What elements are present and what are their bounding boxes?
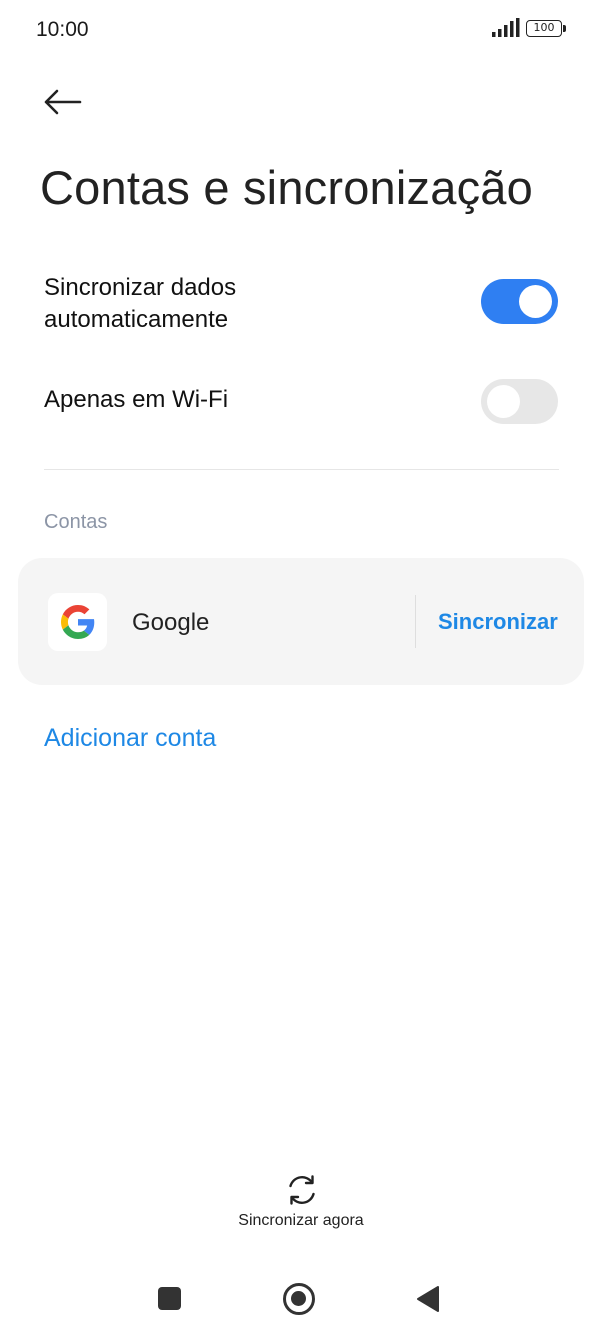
wifi-only-toggle[interactable] (481, 379, 558, 424)
battery-tip (563, 25, 566, 32)
card-separator (415, 595, 416, 648)
status-bar: 10:00 100 (0, 0, 602, 60)
add-account-button[interactable]: Adicionar conta (44, 724, 216, 753)
page-title: Contas e sincronização (40, 161, 533, 214)
auto-sync-toggle[interactable] (481, 279, 558, 324)
signal-icon (492, 18, 520, 37)
account-item-google[interactable]: Google Sincronizar (18, 558, 584, 685)
battery-level: 100 (526, 20, 562, 37)
sync-now-label: Sincronizar agora (238, 1212, 364, 1229)
square-icon[interactable] (158, 1287, 181, 1310)
accounts-section-label: Contas (44, 511, 108, 533)
sync-icon (289, 1175, 315, 1205)
sync-now-button[interactable]: Sincronizar agora (221, 1170, 381, 1236)
auto-sync-label: Sincronizar dados automaticamente (44, 274, 237, 333)
toggle-knob (519, 285, 552, 318)
toggle-knob (487, 385, 520, 418)
status-time: 10:00 (36, 18, 89, 41)
circle-icon[interactable] (283, 1283, 315, 1315)
account-name: Google (132, 609, 210, 636)
google-logo-icon (48, 593, 107, 651)
navigation-bar (0, 1262, 602, 1337)
triangle-back-icon[interactable] (416, 1285, 440, 1313)
battery-icon: 100 (526, 20, 566, 37)
back-button[interactable] (36, 80, 88, 124)
arrow-left-icon (44, 89, 82, 115)
sync-account-button[interactable]: Sincronizar (438, 609, 558, 635)
google-g-icon (60, 605, 94, 639)
divider (44, 469, 559, 470)
home-dot (291, 1291, 306, 1306)
